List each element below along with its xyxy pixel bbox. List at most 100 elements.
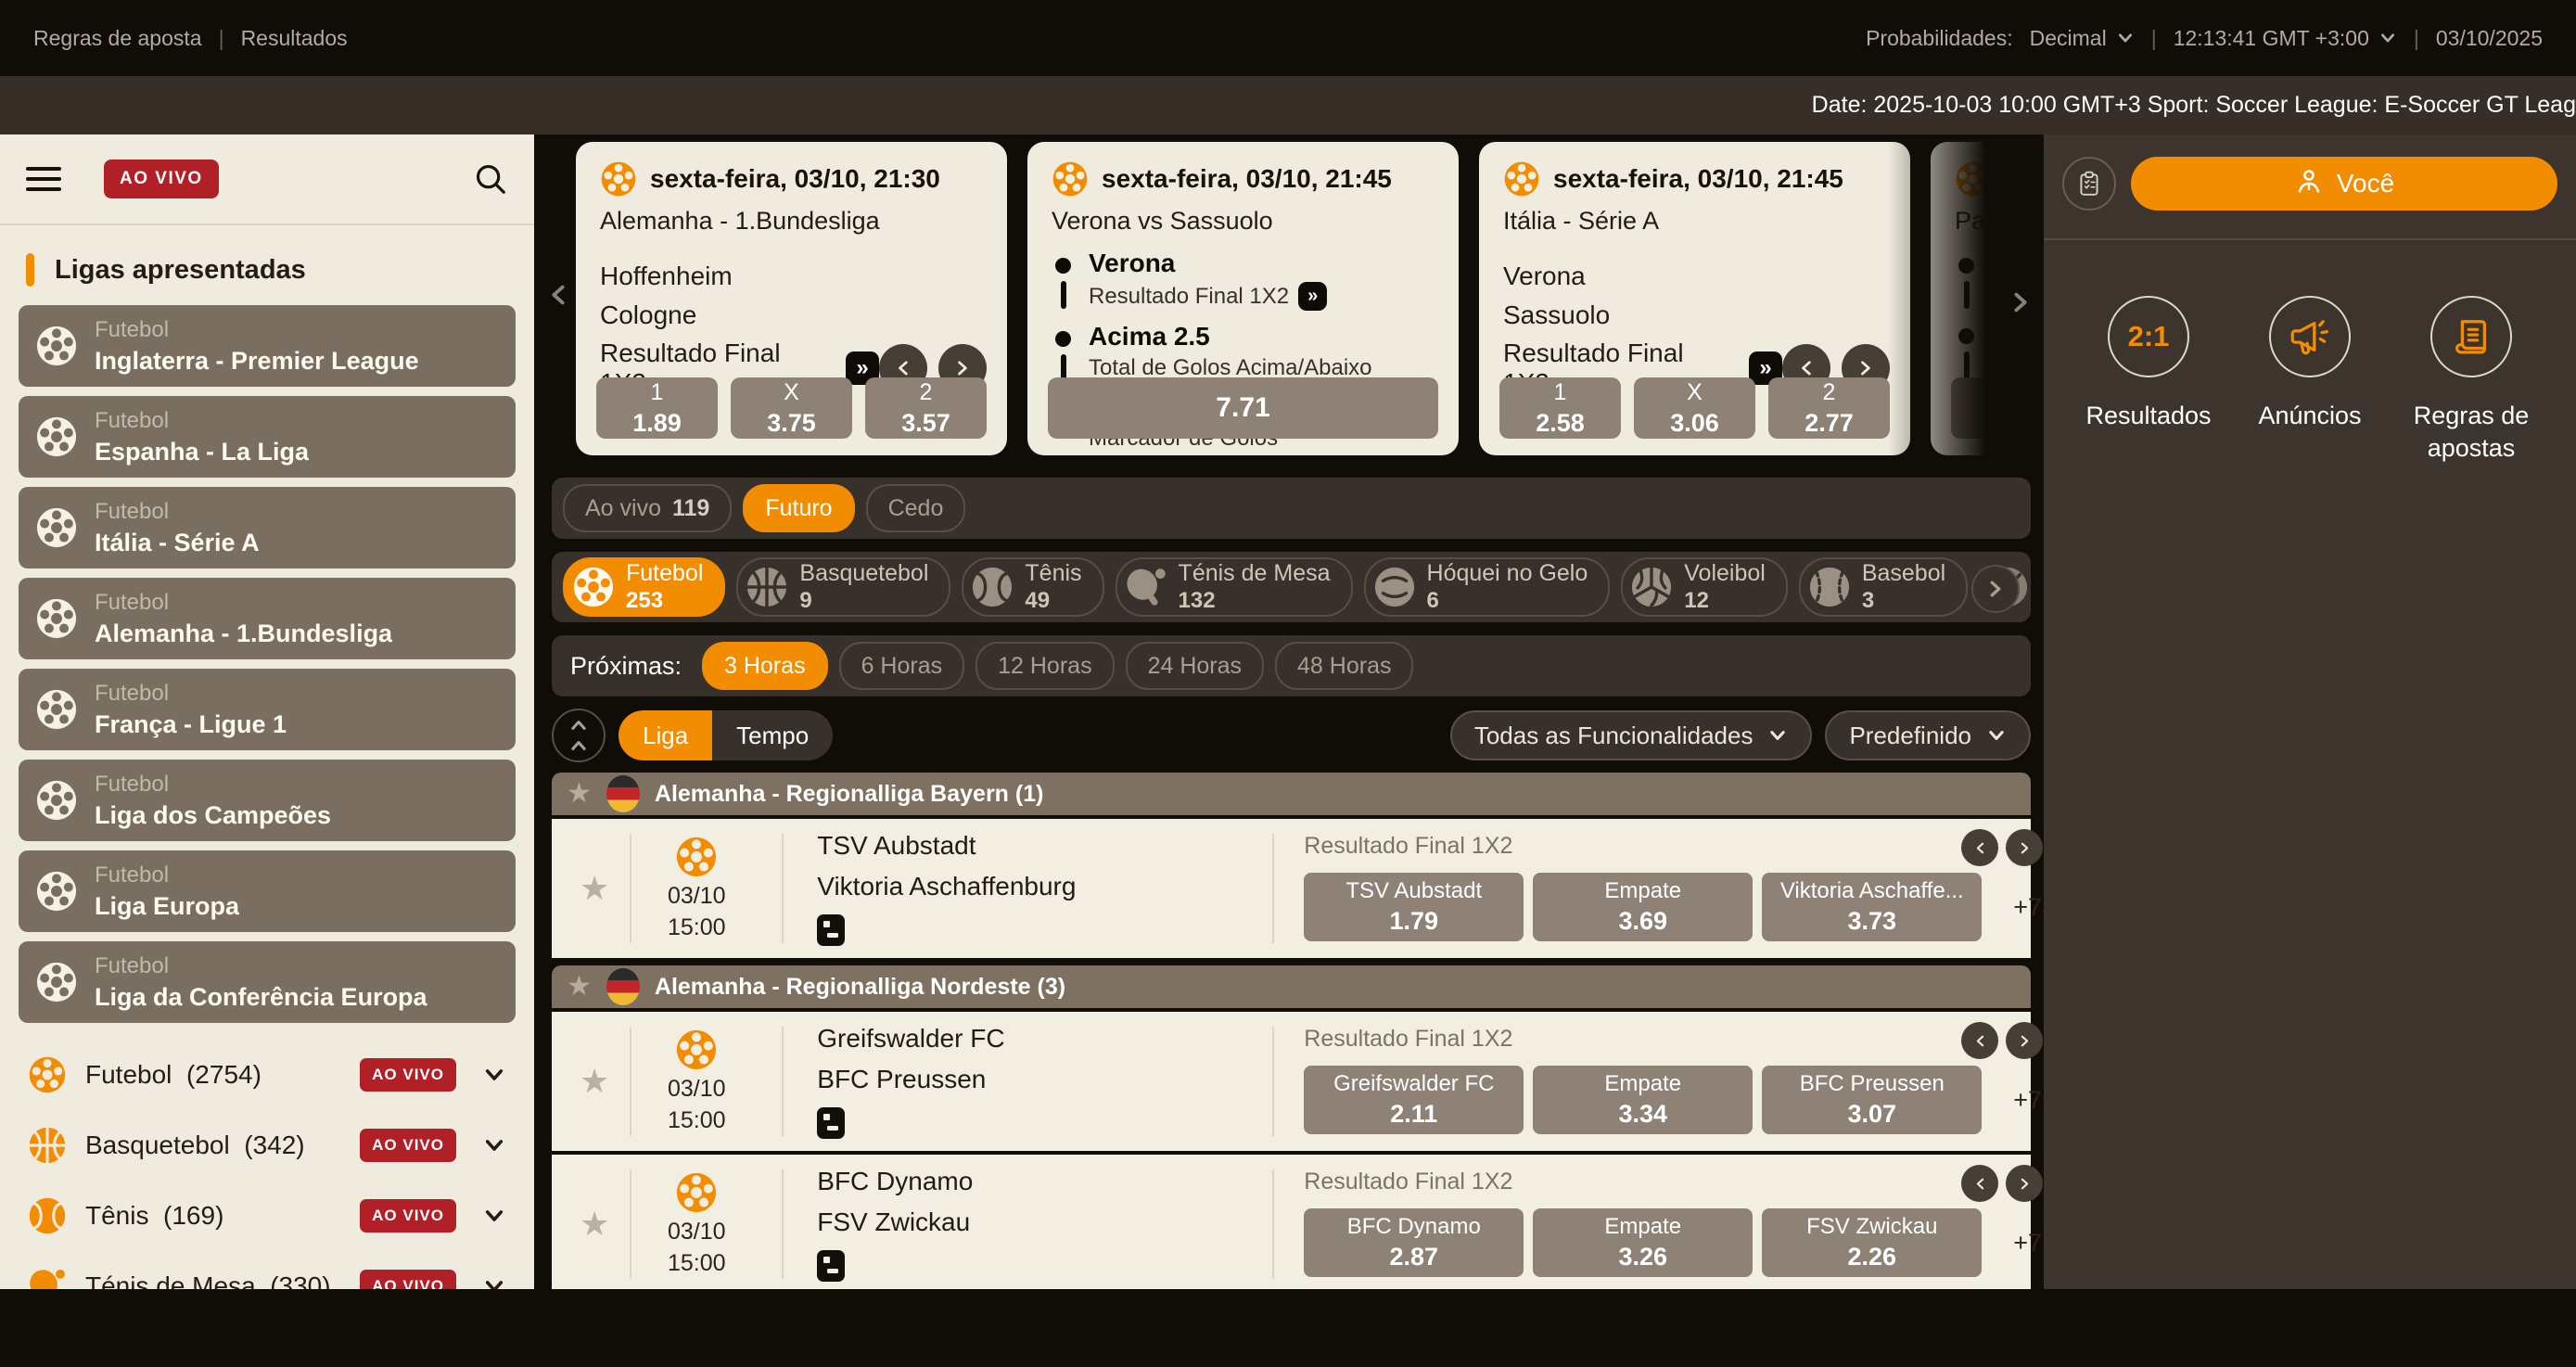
- chevron-right-icon: [2017, 1033, 2033, 1049]
- more-markets-count[interactable]: +78: [2013, 893, 2044, 922]
- star-icon[interactable]: ★: [567, 780, 592, 808]
- star-icon[interactable]: ★: [567, 973, 592, 1001]
- more-markets-icon[interactable]: »: [1298, 282, 1327, 311]
- odds-button[interactable]: Greifswalder FC 2.11: [1304, 1066, 1524, 1134]
- sport-tab-baseball[interactable]: Basebol 3: [1799, 557, 1968, 617]
- you-button[interactable]: Você: [2131, 157, 2557, 211]
- sidebar-sport-tabletennis[interactable]: Ténis de Mesa (330) AO VIVO: [0, 1251, 534, 1289]
- featured-league-item[interactable]: Futebol Itália - Série A: [19, 487, 516, 569]
- market-type-dropdown[interactable]: Todas as Funcionalidades: [1450, 710, 1813, 760]
- market-prev-button[interactable]: [1961, 1165, 1998, 1202]
- odds-button[interactable]: 1 1.89: [596, 377, 718, 439]
- sport-tab-basketball[interactable]: Basquetebol 9: [736, 557, 950, 617]
- search-icon[interactable]: [473, 161, 508, 197]
- odds-label: BFC Dynamo: [1347, 1214, 1481, 1240]
- sport-tab-icehockey[interactable]: Hóquei no Gelo 6: [1364, 557, 1611, 617]
- chevron-up-icon: [568, 715, 589, 735]
- shortcut-announcements[interactable]: Anúncios: [2229, 296, 2391, 465]
- sport-tab-tabletennis[interactable]: Ténis de Mesa 132: [1116, 557, 1353, 617]
- odds-button[interactable]: BFC Dynamo 2.87: [1304, 1208, 1524, 1277]
- shortcut-results[interactable]: 2:1 Resultados: [2068, 296, 2229, 465]
- odds-button[interactable]: BFC Preussen 3.07: [1762, 1066, 1982, 1134]
- time-filter-2[interactable]: Cedo: [866, 484, 966, 532]
- odds-button[interactable]: Viktoria Aschaffe... 3.73: [1762, 873, 1982, 941]
- featured-league-item[interactable]: Futebol Inglaterra - Premier League: [19, 305, 516, 387]
- chevron-down-icon[interactable]: [482, 1274, 506, 1289]
- match-row[interactable]: ★ 03/10 15:00 BFC Dynamo FSV Zwickau Res…: [552, 1155, 2031, 1289]
- chevron-down-icon[interactable]: [482, 1063, 506, 1087]
- lineups-icon[interactable]: [817, 1107, 1252, 1139]
- sort-dropdown[interactable]: Predefinido: [1825, 710, 2031, 760]
- odds-button[interactable]: X 3.06: [1634, 377, 1755, 439]
- sport-tab-tennis[interactable]: Tênis 49: [962, 557, 1103, 617]
- carousel-prev-button[interactable]: [544, 281, 572, 309]
- chevron-down-icon[interactable]: [482, 1204, 506, 1228]
- acca-total-odds-button[interactable]: [1951, 377, 2044, 439]
- away-team: FSV Zwickau: [817, 1207, 1252, 1237]
- time-filter-1[interactable]: Futuro: [743, 484, 854, 532]
- lineups-icon[interactable]: [817, 914, 1252, 946]
- star-icon[interactable]: ★: [580, 1065, 609, 1098]
- more-markets-count[interactable]: +71: [2013, 1229, 2044, 1258]
- odds-button[interactable]: FSV Zwickau 2.26: [1762, 1208, 1982, 1277]
- group-tab-1[interactable]: Tempo: [712, 710, 833, 760]
- odds-button[interactable]: TSV Aubstadt 1.79: [1304, 873, 1524, 941]
- betslip-icon[interactable]: [2062, 157, 2116, 211]
- league-section-header[interactable]: ★ Alemanha - Regionalliga Bayern (1): [552, 773, 2031, 815]
- market-prev-button[interactable]: [1961, 829, 1998, 866]
- hour-filter-4[interactable]: 48 Horas: [1275, 642, 1413, 690]
- market-next-button[interactable]: [2006, 829, 2043, 866]
- lineups-icon[interactable]: [817, 1250, 1252, 1282]
- sidebar-sport-tennis[interactable]: Tênis (169) AO VIVO: [0, 1181, 534, 1251]
- odds-format-select[interactable]: Decimal: [2030, 26, 2135, 51]
- carousel-cards: sexta-feira, 03/10, 21:30 Alemanha - 1.B…: [576, 142, 2044, 463]
- featured-league-item[interactable]: Futebol Espanha - La Liga: [19, 396, 516, 478]
- more-markets-count[interactable]: +79: [2013, 1086, 2044, 1115]
- hour-filter-2[interactable]: 12 Horas: [976, 642, 1114, 690]
- match-row[interactable]: ★ 03/10 15:00 TSV Aubstadt Viktoria Asch…: [552, 819, 2031, 958]
- featured-league-item[interactable]: Futebol Alemanha - 1.Bundesliga: [19, 578, 516, 659]
- star-icon[interactable]: ★: [580, 872, 609, 905]
- odds-button[interactable]: Empate 3.34: [1533, 1066, 1753, 1134]
- sport-tab-volleyball[interactable]: Voleibol 12: [1621, 557, 1788, 617]
- sport-tabs-next-button[interactable]: [1971, 565, 2020, 613]
- market-next-button[interactable]: [2006, 1165, 2043, 1202]
- acca-leg: Verona Resultado Final 1X2 »: [1089, 249, 1435, 311]
- odds-button[interactable]: 1 2.58: [1499, 377, 1621, 439]
- market-prev-button[interactable]: [1961, 1022, 1998, 1059]
- odds-button[interactable]: Empate 3.69: [1533, 873, 1753, 941]
- featured-league-item[interactable]: Futebol Liga dos Campeões: [19, 760, 516, 841]
- carousel-next-button[interactable]: [2007, 288, 2034, 316]
- odds-button[interactable]: 2 2.77: [1768, 377, 1890, 439]
- chevron-down-icon[interactable]: [482, 1133, 506, 1157]
- featured-league-item[interactable]: Futebol Liga da Conferência Europa: [19, 941, 516, 1023]
- star-icon[interactable]: ★: [580, 1207, 609, 1241]
- time-filter-0[interactable]: Ao vivo 119: [563, 484, 732, 532]
- featured-acca-card[interactable]: sexta-feira, 03/10, 21:45 Verona vs Sass…: [1027, 142, 1459, 455]
- hour-filter-0[interactable]: 3 Horas: [702, 642, 828, 690]
- sidebar-sport-basketball[interactable]: Basquetebol (342) AO VIVO: [0, 1110, 534, 1181]
- featured-league-item[interactable]: Futebol Liga Europa: [19, 850, 516, 932]
- live-badge-button[interactable]: AO VIVO: [104, 160, 219, 198]
- results-link[interactable]: Resultados: [241, 26, 348, 51]
- shortcut-rules[interactable]: Regras de apostas: [2391, 296, 2552, 465]
- match-row[interactable]: ★ 03/10 15:00 Greifswalder FC BFC Preuss…: [552, 1012, 2031, 1151]
- odds-button[interactable]: 2 3.57: [865, 377, 987, 439]
- timezone-select[interactable]: 12:13:41 GMT +3:00: [2174, 26, 2397, 51]
- sport-tab-soccer[interactable]: Futebol 253: [563, 557, 725, 617]
- hour-filter-1[interactable]: 6 Horas: [839, 642, 965, 690]
- bet-rules-link[interactable]: Regras de aposta: [33, 26, 202, 51]
- acca-total-odds-button[interactable]: 7.71: [1048, 377, 1438, 439]
- featured-league-item[interactable]: Futebol França - Ligue 1: [19, 669, 516, 750]
- collapse-all-button[interactable]: [552, 709, 606, 762]
- odds-button[interactable]: X 3.75: [731, 377, 852, 439]
- market-next-button[interactable]: [2006, 1022, 2043, 1059]
- odds-button[interactable]: Empate 3.26: [1533, 1208, 1753, 1277]
- featured-match-card[interactable]: sexta-feira, 03/10, 21:45 Itália - Série…: [1479, 142, 1910, 455]
- menu-icon[interactable]: [26, 167, 61, 191]
- group-tab-0[interactable]: Liga: [618, 710, 712, 760]
- league-section-header[interactable]: ★ Alemanha - Regionalliga Nordeste (3): [552, 965, 2031, 1008]
- hour-filter-3[interactable]: 24 Horas: [1126, 642, 1264, 690]
- featured-match-card[interactable]: sexta-feira, 03/10, 21:30 Alemanha - 1.B…: [576, 142, 1007, 455]
- sidebar-sport-soccer[interactable]: Futebol (2754) AO VIVO: [0, 1040, 534, 1110]
